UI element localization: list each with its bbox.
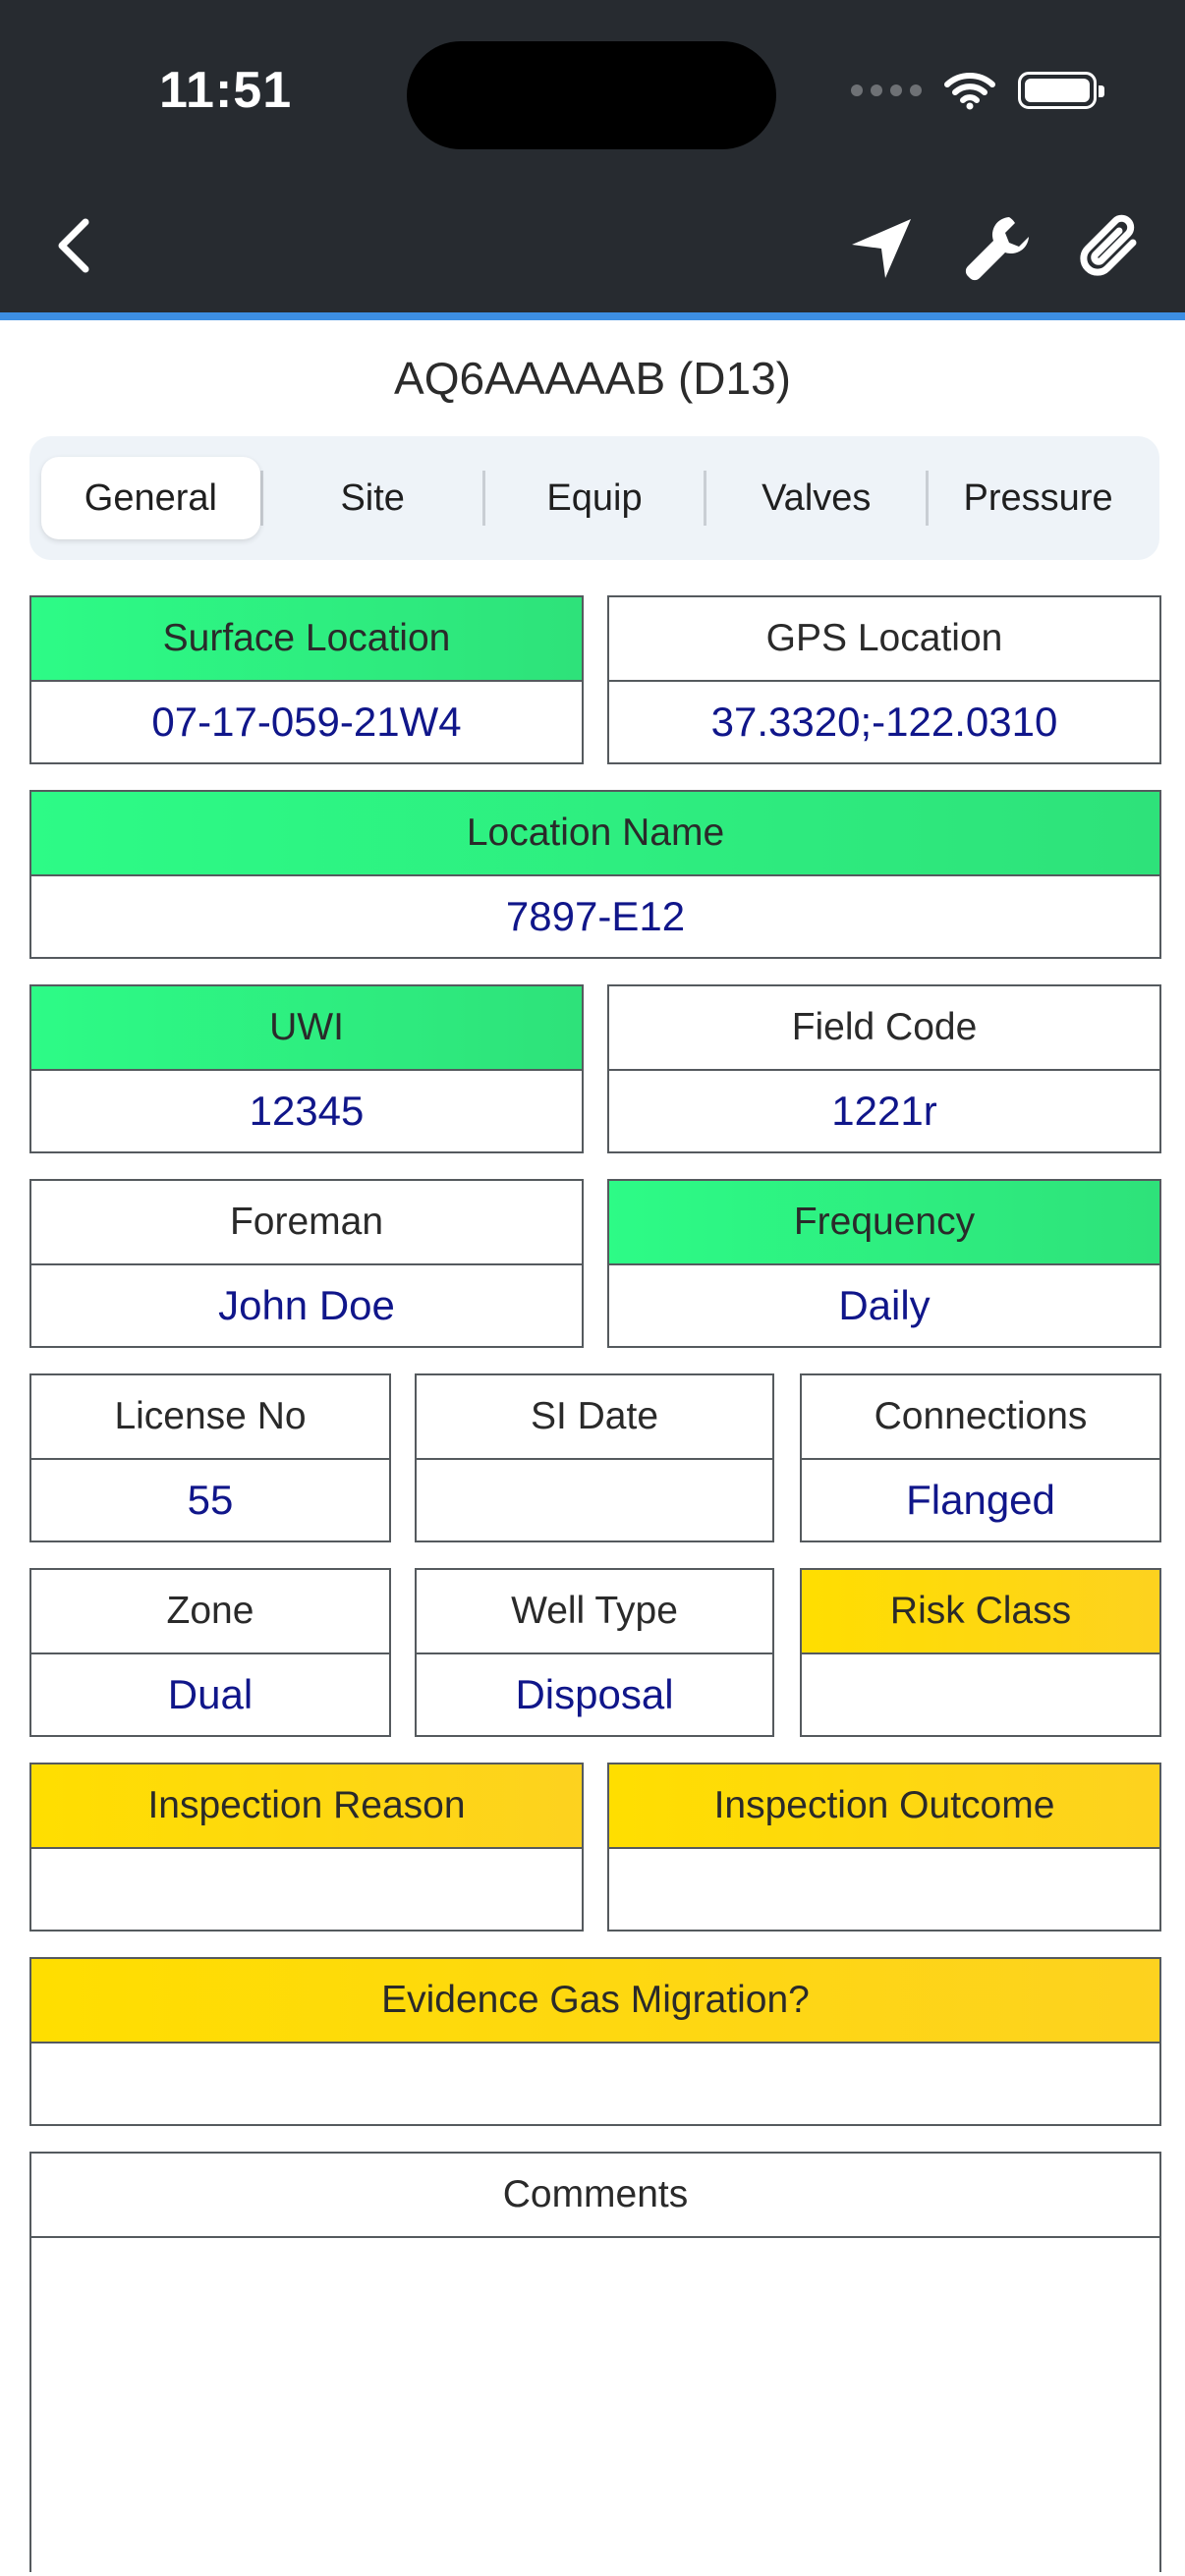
risk-class-field[interactable]: Risk Class [800, 1568, 1161, 1737]
tab-general[interactable]: General [41, 457, 260, 539]
battery-icon [1018, 72, 1104, 109]
field-label: SI Date [417, 1375, 772, 1460]
top-bar: 11:51 [0, 0, 1185, 312]
nav-actions [837, 204, 1157, 293]
segmented-tabs: General Site Equip Valves Pressure [29, 436, 1159, 560]
license-no-field[interactable]: License No 55 [29, 1373, 391, 1542]
si-date-field[interactable]: SI Date [415, 1373, 774, 1542]
comments-field[interactable]: Comments [29, 2152, 1161, 2572]
field-label: Comments [31, 2154, 1159, 2238]
field-label: GPS Location [609, 597, 1159, 682]
connections-field[interactable]: Connections Flanged [800, 1373, 1161, 1542]
field-label: Frequency [609, 1181, 1159, 1265]
wifi-icon [944, 73, 995, 110]
field-value[interactable] [31, 1849, 582, 1930]
chevron-left-icon [58, 218, 89, 273]
tab-site[interactable]: Site [263, 457, 482, 539]
field-label: Location Name [31, 792, 1159, 876]
location-arrow-icon [852, 219, 911, 278]
field-label: License No [31, 1375, 389, 1460]
field-value[interactable]: 55 [31, 1460, 389, 1540]
field-value[interactable]: 37.3320;-122.0310 [609, 682, 1159, 762]
field-label: Foreman [31, 1181, 582, 1265]
status-icons [851, 71, 1104, 110]
zone-field[interactable]: Zone Dual [29, 1568, 391, 1737]
uwi-field[interactable]: UWI 12345 [29, 984, 584, 1153]
field-value[interactable]: Flanged [802, 1460, 1159, 1540]
evidence-gas-migration-field[interactable]: Evidence Gas Migration? [29, 1957, 1161, 2126]
back-button[interactable] [39, 206, 108, 285]
tab-equip[interactable]: Equip [485, 457, 705, 539]
comments-textarea[interactable] [31, 2238, 1159, 2572]
field-value[interactable]: 7897-E12 [31, 876, 1159, 957]
field-label: UWI [31, 986, 582, 1071]
field-label: Connections [802, 1375, 1159, 1460]
field-label: Evidence Gas Migration? [31, 1959, 1159, 2044]
well-type-field[interactable]: Well Type Disposal [415, 1568, 774, 1737]
field-label: Inspection Reason [31, 1764, 582, 1849]
field-value[interactable] [417, 1460, 772, 1540]
field-value[interactable]: John Doe [31, 1265, 582, 1346]
field-label: Field Code [609, 986, 1159, 1071]
paperclip-icon [1080, 214, 1137, 276]
field-value[interactable]: Disposal [417, 1654, 772, 1735]
field-value[interactable] [31, 2044, 1159, 2124]
foreman-field[interactable]: Foreman John Doe [29, 1179, 584, 1348]
dynamic-island [407, 41, 776, 149]
field-value[interactable]: Daily [609, 1265, 1159, 1346]
field-value[interactable]: 1221r [609, 1071, 1159, 1151]
location-name-field[interactable]: Location Name 7897-E12 [29, 790, 1161, 959]
tools-button[interactable] [953, 204, 1042, 293]
accent-line [0, 312, 1185, 320]
field-value[interactable] [609, 1849, 1159, 1930]
field-value[interactable]: 07-17-059-21W4 [31, 682, 582, 762]
field-value[interactable]: Dual [31, 1654, 389, 1735]
field-label: Surface Location [31, 597, 582, 682]
frequency-field[interactable]: Frequency Daily [607, 1179, 1161, 1348]
location-button[interactable] [837, 204, 926, 293]
page-title: AQ6AAAAAB (D13) [394, 353, 791, 404]
field-label: Zone [31, 1570, 389, 1654]
field-value[interactable]: 12345 [31, 1071, 582, 1151]
inspection-reason-field[interactable]: Inspection Reason [29, 1763, 584, 1932]
wrench-icon [965, 217, 1029, 281]
field-code-field[interactable]: Field Code 1221r [607, 984, 1161, 1153]
field-label: Well Type [417, 1570, 772, 1654]
field-label: Inspection Outcome [609, 1764, 1159, 1849]
inspection-outcome-field[interactable]: Inspection Outcome [607, 1763, 1161, 1932]
surface-location-field[interactable]: Surface Location 07-17-059-21W4 [29, 595, 584, 764]
field-value[interactable] [802, 1654, 1159, 1735]
attachment-button[interactable] [1069, 204, 1157, 293]
tab-pressure[interactable]: Pressure [929, 457, 1148, 539]
gps-location-field[interactable]: GPS Location 37.3320;-122.0310 [607, 595, 1161, 764]
field-label: Risk Class [802, 1570, 1159, 1654]
cellular-signal-icon [851, 84, 922, 96]
status-time: 11:51 [159, 62, 293, 119]
tab-valves[interactable]: Valves [706, 457, 926, 539]
